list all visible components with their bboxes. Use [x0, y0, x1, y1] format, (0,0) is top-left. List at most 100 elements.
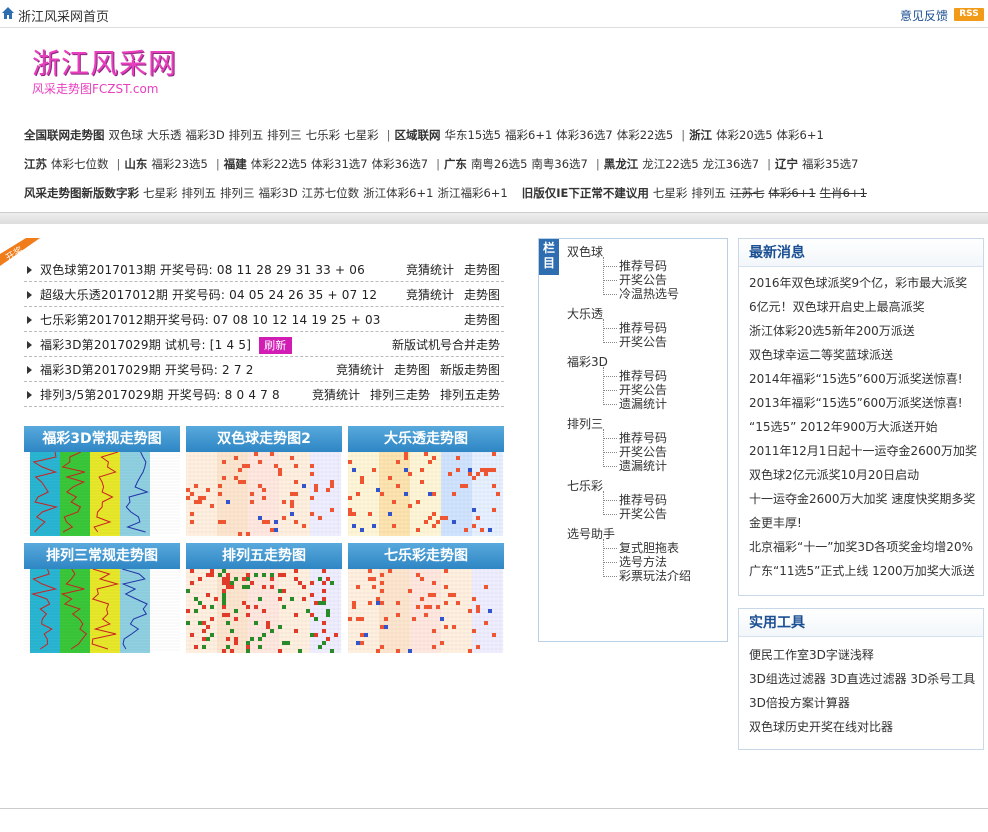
news-item[interactable]: 双色球幸运二等奖蓝球派送	[739, 343, 983, 367]
nav-link[interactable]: 体彩22选5	[617, 128, 673, 142]
nav-link[interactable]: 浙江福彩6+1	[437, 186, 507, 200]
chart-thumbnail[interactable]: 福彩3D常规走势图	[24, 426, 180, 536]
nav-link[interactable]: 体彩31选7	[311, 157, 367, 171]
nav-link[interactable]: 旧版仅IE下正常不建议用	[522, 186, 649, 200]
nav-link[interactable]: 七星彩	[344, 128, 379, 142]
result-link[interactable]: 新版走势图	[440, 363, 500, 377]
news-item[interactable]: 十一运夺金2600万大加奖 速度快奖期多奖	[739, 487, 983, 511]
result-link[interactable]: 排列五走势	[440, 388, 500, 402]
nav-link[interactable]: 体彩36选7	[372, 157, 428, 171]
chart-thumbnail-caption[interactable]: 排列五走势图	[186, 543, 342, 569]
nav-link[interactable]: 体彩6+1	[768, 186, 815, 200]
nav-link[interactable]: 七乐彩	[306, 128, 341, 142]
tree-category[interactable]: 排列三	[567, 415, 603, 432]
result-link[interactable]: 排列三走势	[370, 388, 430, 402]
nav-link[interactable]: 七星彩	[653, 186, 688, 200]
tree-item[interactable]: 遗漏统计	[619, 395, 667, 412]
news-item[interactable]: 北京福彩“十一”加奖3D各项奖金均增20%	[739, 535, 983, 559]
news-item[interactable]: 双色球2亿元派奖10月20日启动	[739, 463, 983, 487]
news-item[interactable]: 2013年福彩“15选5”600万派奖送惊喜!	[739, 391, 983, 415]
result-link[interactable]: 竞猜统计	[406, 263, 454, 277]
tree-category[interactable]: 七乐彩	[567, 477, 603, 494]
result-link[interactable]: 竞猜统计	[312, 388, 360, 402]
result-link[interactable]: 走势图	[464, 313, 500, 327]
tree-item[interactable]: 遗漏统计	[619, 457, 667, 474]
tree-category[interactable]: 福彩3D	[567, 353, 608, 370]
nav-link[interactable]: 广东	[444, 157, 467, 171]
nav-link[interactable]: 江苏七位数	[302, 186, 360, 200]
result-link[interactable]: 走势图	[464, 263, 500, 277]
nav-link[interactable]: 龙江36选7	[703, 157, 759, 171]
result-link[interactable]: 竞猜统计	[406, 288, 454, 302]
nav-link[interactable]: 体彩6+1	[777, 128, 824, 142]
site-logo[interactable]: 浙江风采网	[32, 42, 177, 82]
news-item[interactable]: 广东“11选5”正式上线 1200万加奖大派送	[739, 559, 983, 583]
tree-item[interactable]: 开奖公告	[619, 333, 667, 350]
nav-link[interactable]: 浙江	[689, 128, 712, 142]
result-link[interactable]: 走势图	[394, 363, 430, 377]
news-item[interactable]: 2014年福彩“15选5”600万派奖送惊喜!	[739, 367, 983, 391]
nav-link[interactable]: 浙江体彩6+1	[363, 186, 433, 200]
tool-link[interactable]: 3D组选过滤器 3D直选过滤器 3D杀号工具	[739, 667, 983, 691]
home-link[interactable]: 浙江风采网首页	[18, 6, 109, 25]
chart-thumbnail[interactable]: 排列五走势图	[186, 543, 342, 653]
chart-thumbnail-caption[interactable]: 七乐彩走势图	[348, 543, 504, 569]
chart-thumbnail[interactable]: 排列三常规走势图	[24, 543, 180, 653]
nav-link[interactable]: 福建	[224, 157, 247, 171]
nav-link[interactable]: 体彩22选5	[251, 157, 307, 171]
news-item[interactable]: 2011年12月1日起十一运夺金2600万加奖	[739, 439, 983, 463]
nav-link[interactable]: 体彩七位数	[51, 157, 109, 171]
tree-item[interactable]: 冷温热选号	[619, 285, 679, 302]
nav-link[interactable]: 江苏七	[730, 186, 765, 200]
nav-link[interactable]: 风采走势图新版数字彩	[24, 186, 139, 200]
nav-link[interactable]: 华东15选5	[445, 128, 501, 142]
tree-item[interactable]: 彩票玩法介绍	[619, 567, 691, 584]
nav-link[interactable]: 体彩20选5	[716, 128, 772, 142]
nav-link[interactable]: 福彩3D	[186, 128, 225, 142]
nav-link[interactable]: 黑龙江	[604, 157, 639, 171]
nav-link[interactable]: 排列三	[267, 128, 302, 142]
chart-thumbnail[interactable]: 七乐彩走势图	[348, 543, 504, 653]
tree-item[interactable]: 开奖公告	[619, 505, 667, 522]
chart-thumbnail-caption[interactable]: 排列三常规走势图	[24, 543, 180, 569]
chart-thumbnail-caption[interactable]: 福彩3D常规走势图	[24, 426, 180, 452]
result-link[interactable]: 走势图	[464, 288, 500, 302]
refresh-button[interactable]: 刷新	[259, 337, 292, 354]
tree-category[interactable]: 双色球	[567, 243, 603, 260]
nav-link[interactable]: 七星彩	[143, 186, 178, 200]
nav-link[interactable]: 福彩23选5	[151, 157, 207, 171]
chart-thumbnail[interactable]: 双色球走势图2	[186, 426, 342, 536]
nav-link[interactable]: 福彩3D	[259, 186, 298, 200]
nav-link[interactable]: 大乐透	[147, 128, 182, 142]
news-item[interactable]: 2016年双色球派奖9个亿，彩市最大派奖	[739, 271, 983, 295]
tool-link[interactable]: 3D倍投方案计算器	[739, 691, 983, 715]
news-item[interactable]: 金更丰厚!	[739, 511, 983, 535]
nav-link[interactable]: 江苏	[24, 157, 47, 171]
rss-button[interactable]: RSS	[954, 8, 984, 21]
nav-link[interactable]: 全国联网走势图	[24, 128, 105, 142]
home-icon[interactable]	[2, 7, 14, 19]
nav-link[interactable]: 双色球	[109, 128, 144, 142]
tree-category[interactable]: 大乐透	[567, 305, 603, 322]
nav-link[interactable]: 排列五	[691, 186, 726, 200]
nav-link[interactable]: 南粤36选7	[531, 157, 587, 171]
nav-link[interactable]: 排列三	[220, 186, 255, 200]
tree-category[interactable]: 选号助手	[567, 525, 615, 542]
news-item[interactable]: “15选5” 2012年900万大派送开始	[739, 415, 983, 439]
nav-link[interactable]: 排列五	[229, 128, 264, 142]
chart-thumbnail[interactable]: 大乐透走势图	[348, 426, 504, 536]
tool-link[interactable]: 双色球历史开奖在线对比器	[739, 715, 983, 739]
news-item[interactable]: 6亿元！双色球开启史上最高派奖	[739, 295, 983, 319]
nav-link[interactable]: 排列五	[182, 186, 217, 200]
nav-link[interactable]: 南粤26选5	[471, 157, 527, 171]
nav-link[interactable]: 山东	[124, 157, 147, 171]
nav-link[interactable]: 福彩6+1	[505, 128, 552, 142]
nav-link[interactable]: 福彩35选7	[802, 157, 858, 171]
chart-thumbnail-caption[interactable]: 双色球走势图2	[186, 426, 342, 452]
news-item[interactable]: 浙江体彩20选5新年200万派送	[739, 319, 983, 343]
nav-link[interactable]: 辽宁	[775, 157, 798, 171]
feedback-link[interactable]: 意见反馈	[900, 7, 948, 24]
tool-link[interactable]: 便民工作室3D字谜浅释	[739, 643, 983, 667]
chart-thumbnail-caption[interactable]: 大乐透走势图	[348, 426, 504, 452]
result-link[interactable]: 竞猜统计	[336, 363, 384, 377]
